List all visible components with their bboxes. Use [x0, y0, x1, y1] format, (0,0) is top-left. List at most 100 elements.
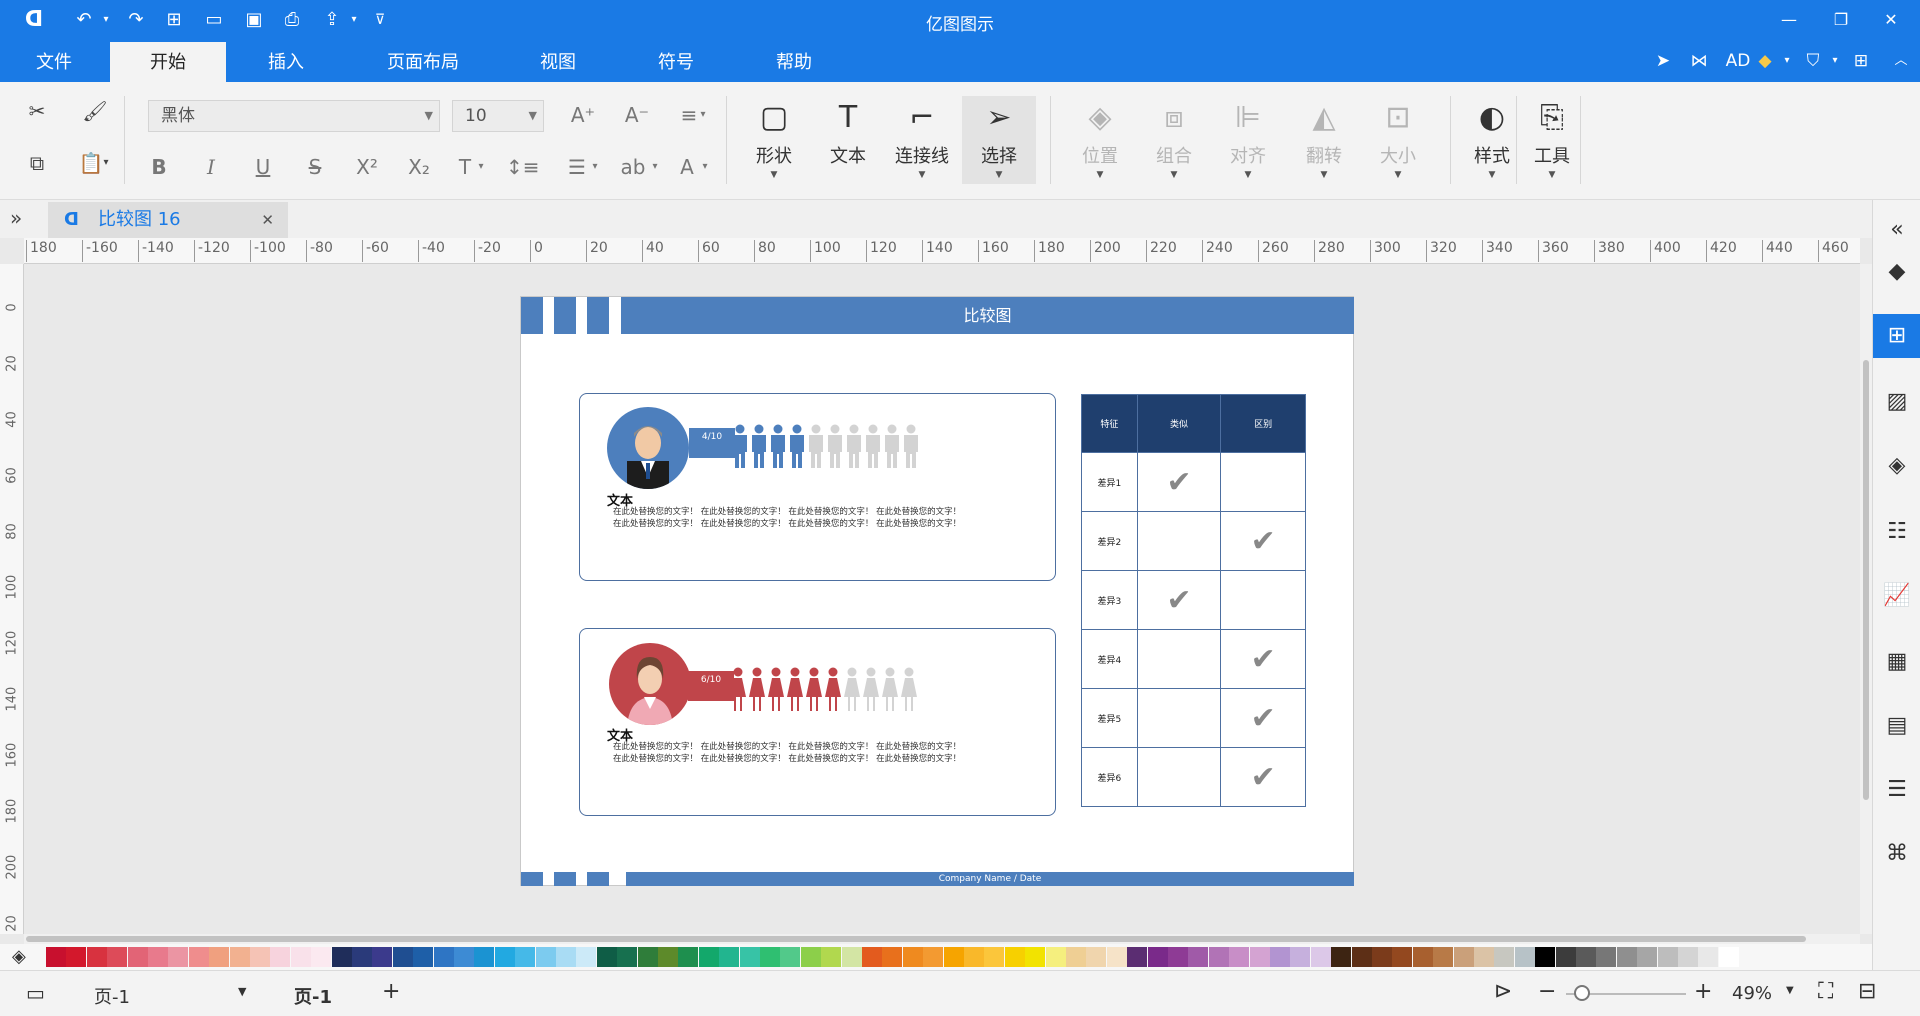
color-swatch[interactable] [474, 947, 495, 967]
page-properties-icon[interactable]: ☷ [1873, 510, 1920, 554]
color-swatch[interactable] [311, 947, 332, 967]
color-swatch[interactable] [1270, 947, 1290, 967]
strikethrough-icon[interactable]: S [300, 152, 330, 182]
color-swatch[interactable] [1208, 947, 1229, 967]
tab-symbol[interactable]: 符号 [626, 40, 726, 82]
color-swatch[interactable] [1576, 947, 1596, 967]
add-page-icon[interactable]: + [382, 979, 400, 1004]
superscript-icon[interactable]: X² [352, 152, 382, 182]
color-swatch[interactable] [1678, 947, 1698, 967]
format-painter-icon[interactable]: 🖌 [80, 96, 110, 126]
paste-dropdown-icon[interactable]: ▾ [98, 148, 114, 178]
fullscreen-icon[interactable]: ⊟ [1858, 979, 1876, 1004]
color-swatch[interactable] [1657, 947, 1678, 967]
color-swatch[interactable] [1351, 947, 1372, 967]
minimize-icon[interactable]: — [1774, 6, 1804, 34]
scrollbar-thumb[interactable] [26, 936, 1806, 942]
color-swatch[interactable] [46, 947, 66, 967]
color-swatch[interactable] [413, 947, 434, 967]
share-icon[interactable]: ⋈ [1686, 48, 1712, 74]
color-swatch[interactable] [1290, 947, 1311, 967]
color-swatch[interactable] [862, 947, 882, 967]
close-window-icon[interactable]: ✕ [1876, 6, 1906, 34]
color-swatch[interactable] [1637, 947, 1658, 967]
color-swatch[interactable] [1249, 947, 1270, 967]
color-swatch[interactable] [494, 947, 515, 967]
color-swatch[interactable] [1433, 947, 1454, 967]
copy-icon[interactable]: ⧉ [22, 148, 52, 178]
data-icon[interactable]: ▤ [1873, 704, 1920, 748]
bold-icon[interactable]: B [144, 152, 174, 182]
color-swatch[interactable] [800, 947, 821, 967]
color-swatch[interactable] [821, 947, 842, 967]
color-swatch[interactable] [1331, 947, 1352, 967]
font-color-dropdown-icon[interactable]: ▾ [698, 152, 712, 182]
library-grid-icon[interactable]: ⊞ [1873, 314, 1920, 358]
play-icon[interactable]: ⊳ [1494, 979, 1512, 1004]
color-swatch[interactable] [698, 947, 719, 967]
send-icon[interactable]: ➤ [1650, 48, 1676, 74]
decrease-font-icon[interactable]: A⁻ [622, 100, 652, 130]
align-button[interactable]: ⊫ 对齐 ▼ [1214, 96, 1282, 184]
color-swatch[interactable] [1616, 947, 1637, 967]
collapse-ribbon-icon[interactable]: ︿ [1888, 48, 1914, 74]
color-swatch[interactable] [576, 947, 597, 967]
vertical-scrollbar[interactable] [1860, 264, 1872, 934]
zoom-level[interactable]: 49% [1732, 983, 1772, 1004]
restore-icon[interactable]: ❐ [1826, 6, 1856, 34]
color-swatch[interactable] [1535, 947, 1556, 967]
font-family-select[interactable]: 黑体 ▼ [148, 100, 440, 132]
color-swatch[interactable] [617, 947, 638, 967]
color-swatch[interactable] [943, 947, 964, 967]
color-swatch[interactable] [535, 947, 556, 967]
color-swatch[interactable] [1229, 947, 1250, 967]
fill-color-icon[interactable]: ◈ [12, 946, 26, 967]
case-dropdown-icon[interactable]: ▾ [648, 152, 662, 182]
fit-page-icon[interactable]: ⛶ [1818, 979, 1833, 1004]
account-dropdown-icon[interactable]: ▾ [1774, 48, 1800, 74]
subscript-icon[interactable]: X₂ [404, 152, 434, 182]
color-swatch[interactable] [229, 947, 250, 967]
color-swatch[interactable] [168, 947, 189, 967]
mindmap-icon[interactable]: ⌘ [1873, 832, 1920, 876]
page-tab[interactable]: 页-1 [294, 983, 332, 1009]
color-swatch[interactable] [1025, 947, 1046, 967]
list-dropdown-icon[interactable]: ▾ [588, 152, 602, 182]
color-swatch[interactable] [1127, 947, 1148, 967]
apps-grid-icon[interactable]: ⊞ [1848, 48, 1874, 74]
text-case-icon[interactable]: ab [618, 152, 648, 182]
tab-home[interactable]: 开始 [110, 42, 226, 82]
expand-library-icon[interactable]: » [10, 206, 22, 230]
comparison-card-1[interactable]: 4/10 文本 在此处替换您的文字！ 在此处替换您的文字！ 在此处替换您的文字！… [579, 393, 1056, 581]
color-swatch[interactable] [372, 947, 393, 967]
color-swatch[interactable] [209, 947, 230, 967]
italic-icon[interactable]: I [196, 152, 226, 182]
increase-font-icon[interactable]: A⁺ [568, 100, 598, 130]
zoom-out-icon[interactable]: − [1538, 979, 1556, 1004]
chart-icon[interactable]: 📈 [1873, 574, 1920, 618]
drawing-canvas[interactable]: 比较图 4/10 文本 在此处替换您的文字！ 在此处替换您的文字！ 在此处替换您… [24, 264, 1860, 934]
color-swatch[interactable] [1372, 947, 1392, 967]
select-button[interactable]: ➢ 选择 ▼ [962, 96, 1036, 184]
gantt-icon[interactable]: ☰ [1873, 768, 1920, 812]
zoom-dropdown-icon[interactable]: ▼ [1786, 985, 1794, 996]
color-swatch[interactable] [107, 947, 128, 967]
color-swatch[interactable] [1596, 947, 1617, 967]
color-swatch[interactable] [188, 947, 209, 967]
image-icon[interactable]: ▨ [1873, 380, 1920, 424]
color-swatch[interactable] [1086, 947, 1107, 967]
color-swatch[interactable] [148, 947, 168, 967]
color-swatch[interactable] [290, 947, 311, 967]
position-button[interactable]: ◈ 位置 ▼ [1066, 96, 1134, 184]
zoom-in-icon[interactable]: + [1694, 979, 1712, 1004]
flip-button[interactable]: ◭ 翻转 ▼ [1290, 96, 1358, 184]
color-swatch[interactable] [964, 947, 984, 967]
color-swatch[interactable] [66, 947, 87, 967]
collapse-panel-icon[interactable]: « [1873, 208, 1920, 252]
zoom-slider[interactable] [1566, 985, 1686, 1001]
color-swatch[interactable] [352, 947, 372, 967]
color-swatch[interactable] [780, 947, 801, 967]
tab-help[interactable]: 帮助 [744, 40, 844, 82]
color-swatch[interactable] [760, 947, 780, 967]
layers-icon[interactable]: ◈ [1873, 444, 1920, 488]
